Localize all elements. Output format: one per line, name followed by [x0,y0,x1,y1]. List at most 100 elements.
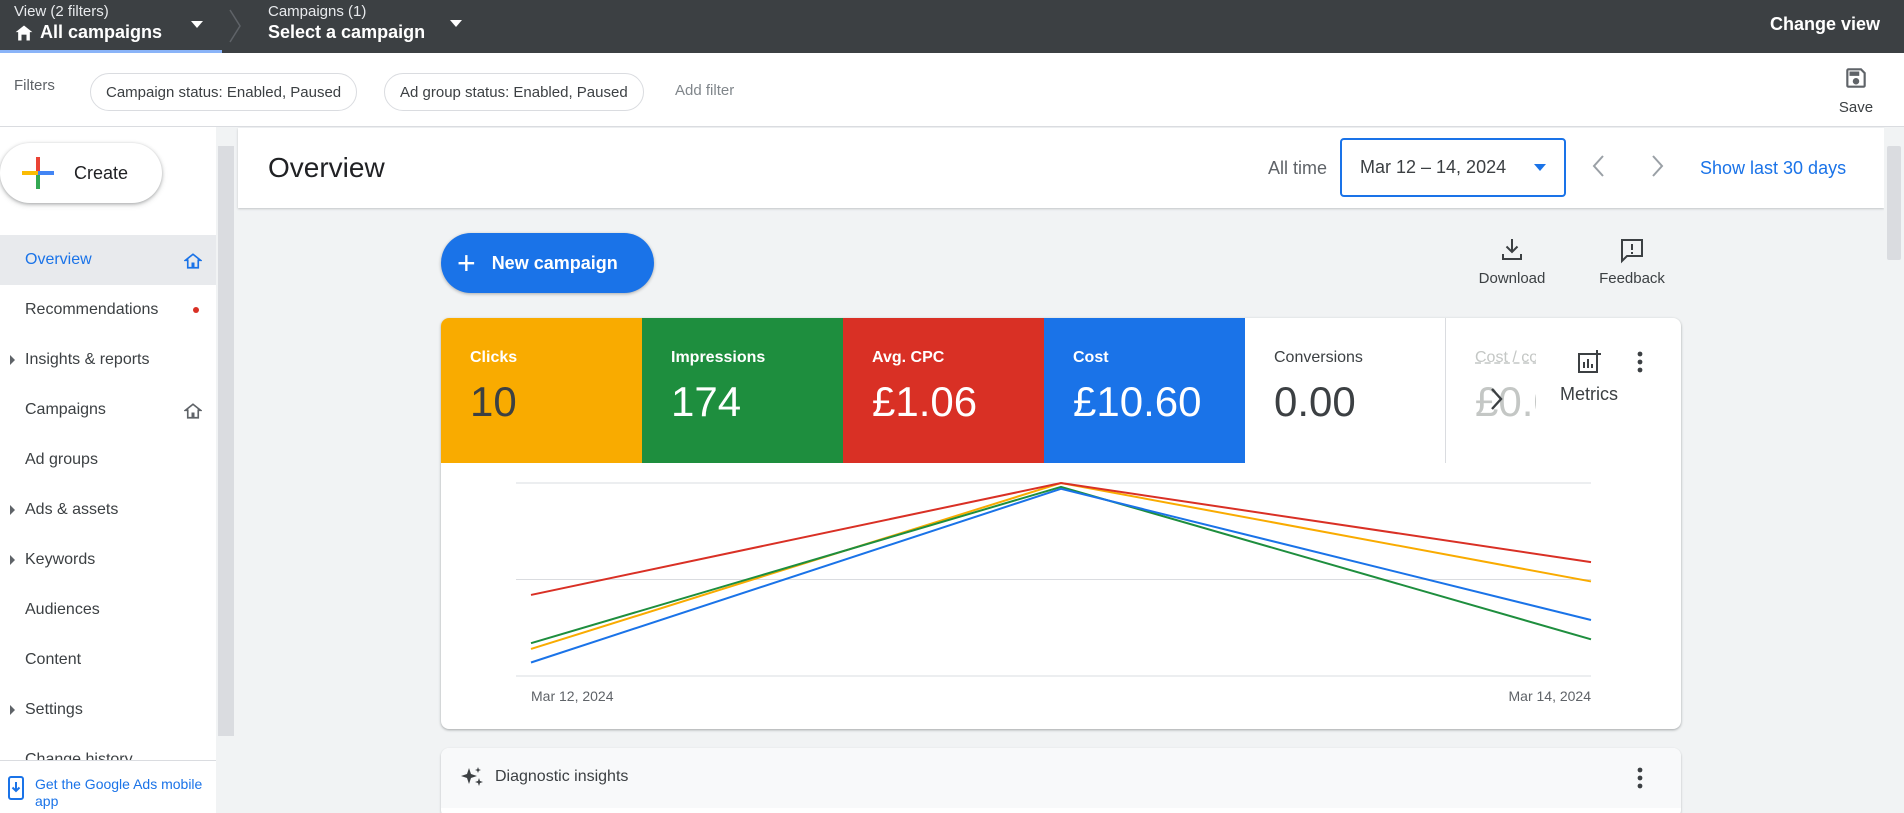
sidebar-item-campaigns[interactable]: Campaigns [0,385,216,435]
add-filter-button[interactable]: Add filter [675,82,734,99]
sidebar-item-label: Content [25,651,82,668]
diagnostic-insights-card: Diagnostic insights [441,748,1681,813]
filters-label: Filters [14,77,55,94]
new-campaign-button[interactable]: + New campaign [441,233,654,293]
filter-chip-ad-group-status[interactable]: Ad group status: Enabled, Paused [384,73,644,111]
metric-label: Cost / conv. [1475,349,1536,366]
sidebar-item-insights-reports[interactable]: Insights & reports [0,335,216,385]
plus-icon: + [457,245,476,281]
sidebar-item-label: Campaigns [25,401,106,418]
new-campaign-label: New campaign [491,252,618,273]
save-label: Save [1838,99,1874,116]
create-button[interactable]: Create [0,143,162,203]
sidebar-item-ad-groups[interactable]: Ad groups [0,435,216,485]
sidebar-item-label: Ad groups [25,451,98,468]
campaign-selector-label: Select a campaign [268,22,426,42]
add-chart-icon [1578,350,1601,373]
home-icon [15,25,33,40]
x-tick-label: Mar 14, 2024 [1509,688,1592,704]
sidebar-item-label: Settings [25,701,83,718]
x-tick-label: Mar 12, 2024 [531,688,614,704]
page-scrollbar-thumb[interactable] [1887,146,1901,260]
sidebar-nav: Overview Recommendations Insights & repo… [0,235,216,785]
mobile-app-link[interactable]: Get the Google Ads mobile app [35,776,216,810]
chevron-left-icon[interactable] [1591,153,1607,179]
metric-tile-conversions[interactable]: Conversions 0.00 [1245,318,1445,463]
more-vert-icon[interactable] [1636,766,1644,790]
save-icon [1846,68,1866,88]
plus-icon [22,157,54,189]
chevron-down-icon [1534,164,1546,171]
metric-tile-avg-cpc[interactable]: Avg. CPC £1.06 [843,318,1044,463]
top-bar: View (2 filters) All campaigns Campaigns… [0,0,1904,53]
overview-header: Overview All time Mar 12 – 14, 2024 Show… [238,128,1884,208]
metric-tile-clicks[interactable]: Clicks 10 [441,318,642,463]
performance-line-chart: Mar 12, 2024 Mar 14, 2024 [516,481,1592,704]
expand-arrow-icon [10,555,15,565]
campaign-count: Campaigns (1) [268,3,367,20]
sidebar-item-audiences[interactable]: Audiences [0,585,216,635]
mobile-app-promo[interactable]: Get the Google Ads mobile app [0,760,216,813]
change-view-button[interactable]: Change view [1770,14,1880,35]
sidebar-item-ads-assets[interactable]: Ads & assets [0,485,216,535]
metrics-label: Metrics [1560,384,1618,404]
metric-label: Avg. CPC [872,349,945,366]
expand-arrow-icon [10,705,15,715]
save-button[interactable]: Save [1832,65,1880,116]
show-last-30-days-link[interactable]: Show last 30 days [1700,158,1846,179]
download-button[interactable]: Download [1476,236,1548,287]
metrics-button[interactable]: Metrics [1549,348,1629,405]
date-range-picker[interactable]: Mar 12 – 14, 2024 [1340,138,1566,197]
sidebar-item-content[interactable]: Content [0,635,216,685]
feedback-button[interactable]: Feedback [1594,236,1670,287]
sidebar-item-recommendations[interactable]: Recommendations [0,285,216,335]
expand-arrow-icon [10,505,15,515]
chart-series-line [530,487,1592,664]
sidebar-item-label: Ads & assets [25,501,119,518]
chevron-right-icon[interactable] [1487,386,1505,412]
metric-value: £10.60 [1073,378,1202,425]
performance-card: Clicks 10 Impressions 174 Avg. CPC £1.06… [441,318,1681,729]
sidebar-item-label: Keywords [25,551,96,568]
metric-tile-impressions[interactable]: Impressions 174 [642,318,843,463]
download-label: Download [1478,270,1546,287]
campaign-selector[interactable]: Campaigns (1) Select a campaign [268,3,425,43]
metric-label: Impressions [671,349,766,366]
feedback-icon [1621,239,1643,264]
diagnostic-insights-title: Diagnostic insights [495,768,629,785]
notification-dot [193,307,199,313]
diagnostic-insights-header[interactable]: Diagnostic insights [441,748,1681,808]
metric-value: 0.00 [1274,378,1356,425]
sidebar-item-label: Recommendations [25,301,159,318]
metric-tile-cost[interactable]: Cost £10.60 [1044,318,1245,463]
filter-bar: Filters Campaign status: Enabled, Paused… [0,53,1904,127]
metric-value: 10 [470,378,517,425]
page-title: Overview [268,152,385,183]
chart-series-line [530,485,1592,645]
expand-arrow-icon [10,355,15,365]
sidebar-item-label: Overview [25,251,92,268]
sidebar-item-settings[interactable]: Settings [0,685,216,735]
feedback-label: Feedback [1599,270,1665,287]
metric-label: Conversions [1274,349,1363,366]
home-icon [184,253,202,269]
metric-label: Clicks [470,349,518,366]
sidebar-item-keywords[interactable]: Keywords [0,535,216,585]
phone-download-icon [8,776,24,800]
sidebar-item-overview[interactable]: Overview [0,235,216,285]
chevron-down-icon[interactable] [450,20,462,27]
sparkle-icon [461,767,483,786]
view-name: All campaigns [40,22,163,42]
date-range-value: Mar 12 – 14, 2024 [1360,157,1507,177]
metric-value: £0.00 [1475,378,1536,425]
download-icon [1502,239,1522,260]
view-selector[interactable]: View (2 filters) All campaigns [14,3,222,53]
chart-series-line [530,481,1592,650]
sidebar: Create Overview Recommendations Insights… [0,127,216,813]
sidebar-scrollbar-thumb[interactable] [218,146,234,736]
more-vert-icon[interactable] [1636,350,1644,374]
chart-series-line [530,481,1592,596]
chevron-down-icon [191,21,203,28]
chevron-right-icon[interactable] [1649,153,1665,179]
filter-chip-campaign-status[interactable]: Campaign status: Enabled, Paused [90,73,358,111]
